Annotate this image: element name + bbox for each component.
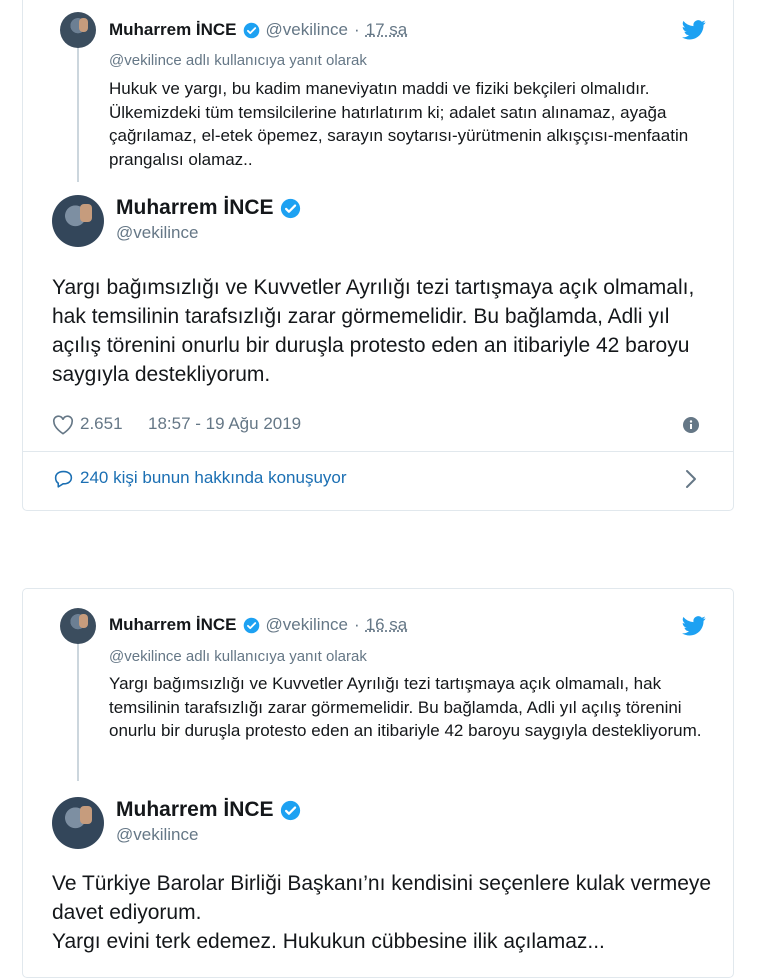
verified-badge-icon — [280, 800, 301, 821]
parent-tweet-header: Muharrem İNCE @vekilince · 16 sa — [109, 614, 407, 636]
author-handle[interactable]: @vekilince — [266, 614, 348, 636]
chevron-right-icon[interactable] — [685, 469, 697, 489]
author-name[interactable]: Muharrem İNCE — [116, 196, 274, 220]
heart-icon[interactable] — [52, 415, 74, 435]
embedded-tweet-card-1: Muharrem İNCE @vekilince · 17 sa @vekili… — [22, 0, 734, 511]
embedded-tweet-card-2: Muharrem İNCE @vekilince · 16 sa @vekili… — [22, 588, 734, 978]
tweet-timestamp[interactable]: 16 sa — [366, 614, 408, 636]
avatar[interactable] — [52, 195, 104, 247]
twitter-bird-icon[interactable] — [682, 20, 706, 40]
parent-tweet[interactable]: Muharrem İNCE @vekilince · 16 sa @vekili… — [23, 589, 733, 787]
author-name[interactable]: Muharrem İNCE — [109, 614, 237, 636]
author-handle[interactable]: @vekilince — [116, 825, 198, 845]
verified-badge-icon — [243, 617, 260, 634]
author-name[interactable]: Muharrem İNCE — [116, 798, 274, 822]
main-tweet-text: Ve Türkiye Barolar Birliği Başkanı’nı ke… — [52, 869, 712, 956]
separator-dot: · — [354, 19, 360, 41]
avatar[interactable] — [52, 797, 104, 849]
reply-bubble-icon — [53, 469, 74, 489]
thread-line — [77, 47, 79, 182]
main-tweet-header: Muharrem İNCE @vekilince — [23, 185, 733, 255]
author-handle[interactable]: @vekilince — [266, 19, 348, 41]
separator-dot: · — [354, 614, 360, 636]
tweet-meta: 2.651 18:57 - 19 Ağu 2019 — [23, 407, 733, 451]
reply-context[interactable]: @vekilince adlı kullanıcıya yanıt olarak — [109, 647, 367, 667]
main-tweet-text-line-2: Yargı evini terk edemez. Hukukun cübbesi… — [52, 927, 712, 956]
conversation-count-text[interactable]: 240 kişi bunun hakkında konuşuyor — [80, 468, 347, 488]
main-tweet-text: Yargı bağımsızlığı ve Kuvvetler Ayrılığı… — [52, 273, 712, 389]
like-count[interactable]: 2.651 — [80, 414, 123, 434]
conversation-link[interactable]: 240 kişi bunun hakkında konuşuyor — [23, 452, 733, 508]
tweet-date[interactable]: 18:57 - 19 Ağu 2019 — [148, 414, 301, 434]
author-name-row[interactable]: Muharrem İNCE — [116, 196, 307, 220]
verified-badge-icon — [280, 198, 301, 219]
avatar[interactable] — [60, 12, 96, 48]
parent-tweet-text: Yargı bağımsızlığı ve Kuvvetler Ayrılığı… — [109, 672, 719, 743]
author-name-row[interactable]: Muharrem İNCE — [116, 798, 307, 822]
main-tweet-text-line-1: Ve Türkiye Barolar Birliği Başkanı’nı ke… — [52, 869, 712, 927]
verified-badge-icon — [243, 22, 260, 39]
parent-tweet-header: Muharrem İNCE @vekilince · 17 sa — [109, 19, 407, 41]
main-tweet-header: Muharrem İNCE @vekilince — [23, 787, 733, 857]
parent-tweet-text: Hukuk ve yargı, bu kadim maneviyatın mad… — [109, 77, 719, 171]
reply-context[interactable]: @vekilince adlı kullanıcıya yanıt olarak — [109, 51, 367, 71]
thread-line — [77, 641, 79, 781]
author-handle[interactable]: @vekilince — [116, 223, 198, 243]
parent-tweet[interactable]: Muharrem İNCE @vekilince · 17 sa @vekili… — [23, 0, 733, 185]
author-name[interactable]: Muharrem İNCE — [109, 19, 237, 41]
tweet-timestamp[interactable]: 17 sa — [366, 19, 408, 41]
twitter-bird-icon[interactable] — [682, 616, 706, 636]
info-icon[interactable] — [683, 417, 699, 433]
avatar[interactable] — [60, 608, 96, 644]
